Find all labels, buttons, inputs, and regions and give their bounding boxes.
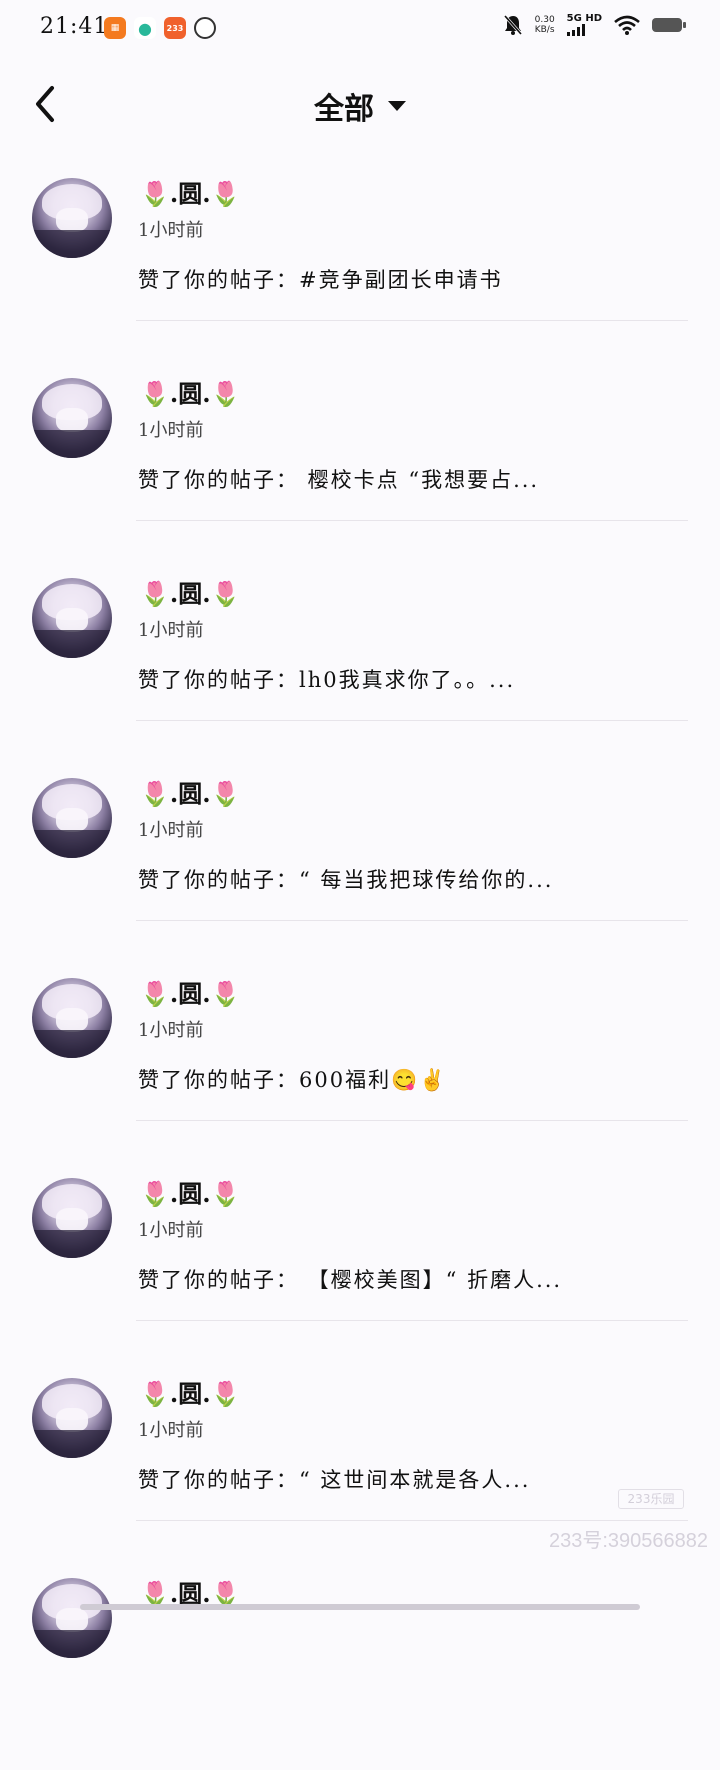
app-notification-icon — [194, 17, 216, 39]
filter-dropdown[interactable]: 全部 — [0, 84, 720, 128]
signal-bars-icon — [566, 24, 602, 36]
avatar[interactable] — [32, 1378, 112, 1458]
status-time: 21:41 — [40, 14, 109, 39]
watermark-logo: 233乐园 — [618, 1489, 684, 1509]
notification-item[interactable]: 🌷.圆.🌷 1小时前 赞了你的帖子：lh0我真求你了。。... — [0, 570, 720, 770]
timestamp: 1小时前 — [138, 1420, 204, 1441]
timestamp: 1小时前 — [138, 620, 204, 641]
tulip-icon: 🌷 — [140, 580, 170, 608]
tulip-icon: 🌷 — [140, 980, 170, 1008]
scroll-indicator — [80, 1604, 640, 1610]
avatar[interactable] — [32, 178, 112, 258]
tulip-icon: 🌷 — [210, 580, 241, 608]
username[interactable]: 🌷.圆.🌷 — [140, 574, 241, 609]
timestamp: 1小时前 — [138, 1020, 204, 1041]
notification-item[interactable]: 🌷.圆.🌷 1小时前 赞了你的帖子：#竞争副团长申请书 — [0, 170, 720, 370]
username[interactable]: 🌷.圆.🌷 — [140, 974, 241, 1009]
notification-message: 赞了你的帖子：lh0我真求你了。。... — [138, 668, 516, 692]
caret-down-icon — [388, 101, 406, 111]
divider — [136, 720, 688, 721]
notification-message: 赞了你的帖子：“ 这世间本就是各人... — [138, 1468, 531, 1492]
tulip-icon: 🌷 — [140, 780, 170, 808]
timestamp: 1小时前 — [138, 420, 204, 441]
tulip-icon: 🌷 — [210, 1380, 241, 1408]
tulip-icon: 🌷 — [140, 1180, 170, 1208]
status-bar: 21:41 ▦ ● 233 0.30 KB/s 5G HD — [0, 0, 720, 56]
tulip-icon: 🌷 — [140, 180, 170, 208]
username[interactable]: 🌷.圆.🌷 — [140, 1174, 241, 1209]
notification-app-icons: ▦ ● 233 — [104, 17, 216, 39]
notification-item[interactable]: 🌷.圆.🌷 1小时前 赞了你的帖子： 樱校卡点 “我想要占... — [0, 370, 720, 570]
divider — [136, 320, 688, 321]
status-indicators: 0.30 KB/s 5G HD — [503, 14, 686, 36]
divider — [136, 1120, 688, 1121]
tulip-icon: 🌷 — [210, 980, 241, 1008]
timestamp: 1小时前 — [138, 1220, 204, 1241]
avatar[interactable] — [32, 1178, 112, 1258]
app-notification-icon: ● — [134, 17, 156, 39]
header: 全部 — [0, 70, 720, 140]
page-title: 全部 — [314, 92, 374, 127]
notification-item[interactable]: 🌷.圆.🌷 1小时前 赞了你的帖子： 【樱校美图】“ 折磨人... — [0, 1170, 720, 1370]
mute-bell-icon — [503, 15, 522, 35]
timestamp: 1小时前 — [138, 220, 204, 241]
tulip-icon: 🌷 — [210, 1180, 241, 1208]
tulip-icon: 🌷 — [140, 380, 170, 408]
notification-message: 赞了你的帖子：600福利😋✌ — [138, 1068, 448, 1092]
wifi-icon — [614, 15, 640, 35]
watermark-id: 233号:390566882 — [548, 1530, 708, 1552]
divider — [136, 920, 688, 921]
divider — [136, 1520, 688, 1521]
tulip-icon: 🌷 — [140, 1380, 170, 1408]
notification-message: 赞了你的帖子： 【樱校美图】“ 折磨人... — [138, 1268, 563, 1292]
avatar[interactable] — [32, 778, 112, 858]
tulip-icon: 🌷 — [210, 180, 241, 208]
timestamp: 1小时前 — [138, 820, 204, 841]
avatar[interactable] — [32, 1578, 112, 1658]
cellular-signal: 5G HD — [566, 14, 602, 36]
username[interactable]: 🌷.圆.🌷 — [140, 374, 241, 409]
tulip-icon: 🌷 — [210, 380, 241, 408]
username[interactable]: 🌷.圆.🌷 — [140, 174, 241, 209]
notification-message: 赞了你的帖子：#竞争副团长申请书 — [138, 268, 503, 292]
notification-item[interactable]: 🌷.圆.🌷 1小时前 赞了你的帖子：“ 每当我把球传给你的... — [0, 770, 720, 970]
battery-icon — [652, 18, 686, 32]
app-233-icon: 233 — [164, 17, 186, 39]
notification-item[interactable]: 🌷.圆.🌷 — [0, 1570, 720, 1770]
tulip-icon: 🌷 — [210, 780, 241, 808]
avatar[interactable] — [32, 578, 112, 658]
avatar[interactable] — [32, 978, 112, 1058]
notification-message: 赞了你的帖子： 樱校卡点 “我想要占... — [138, 468, 540, 492]
username[interactable]: 🌷.圆.🌷 — [140, 1374, 241, 1409]
divider — [136, 520, 688, 521]
app-notification-icon: ▦ — [104, 17, 126, 39]
divider — [136, 1320, 688, 1321]
avatar[interactable] — [32, 378, 112, 458]
network-speed: 0.30 KB/s — [534, 15, 555, 35]
username[interactable]: 🌷.圆.🌷 — [140, 774, 241, 809]
notification-message: 赞了你的帖子：“ 每当我把球传给你的... — [138, 868, 554, 892]
notification-item[interactable]: 🌷.圆.🌷 1小时前 赞了你的帖子：600福利😋✌ — [0, 970, 720, 1170]
